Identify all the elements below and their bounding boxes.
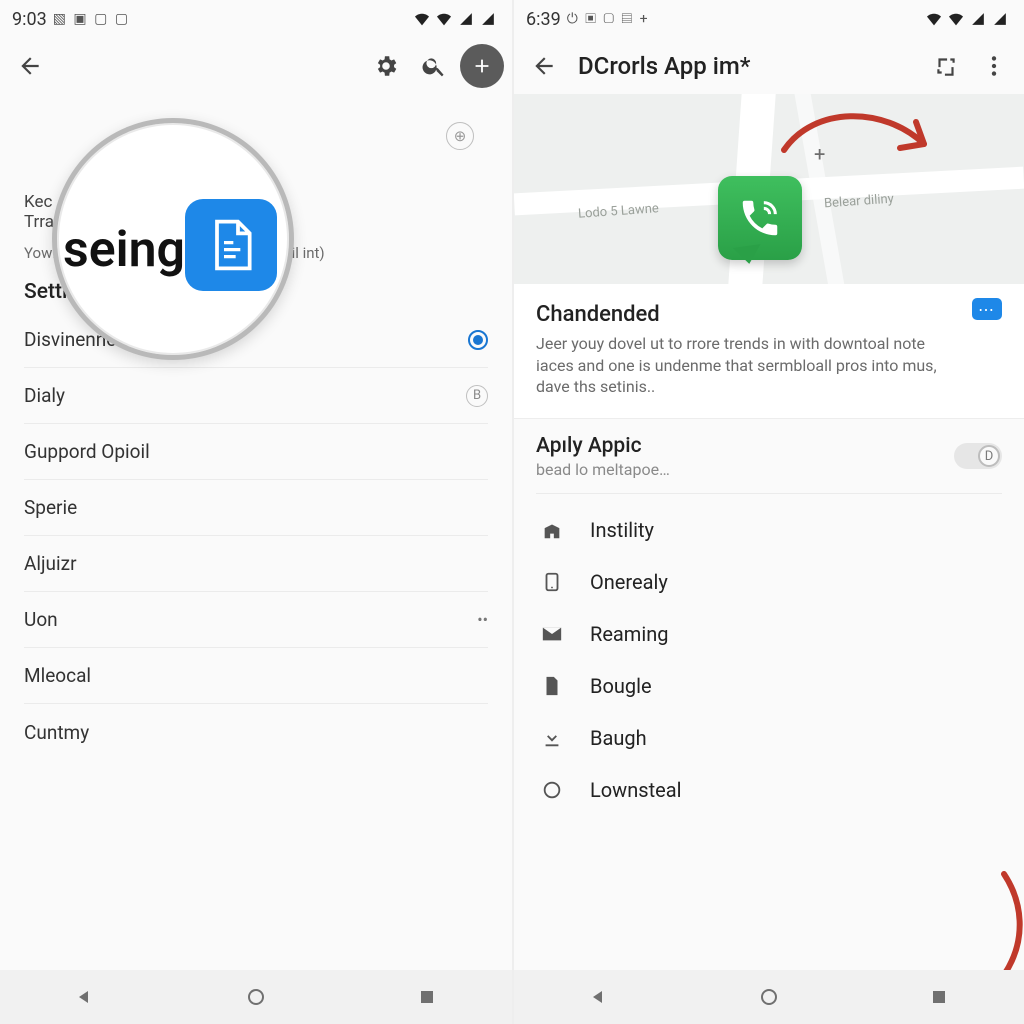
option-row[interactable]: Lownsteal — [522, 764, 1016, 816]
plus-icon — [460, 44, 504, 88]
settings-row[interactable]: Dialy B — [24, 368, 488, 424]
option-label: Reaming — [590, 622, 669, 646]
nav-recent-button[interactable] — [405, 975, 449, 1019]
toolbar — [0, 38, 512, 94]
header-subline-2: Trrangu — [24, 212, 488, 232]
toggle-switch[interactable]: D — [954, 443, 1002, 469]
row-label: Sperie — [24, 496, 77, 519]
card-description: Jeer youy dovel ut to rrore trends in wi… — [536, 333, 956, 398]
settings-row[interactable]: Guppord Opioil — [24, 424, 488, 480]
square-recent-icon — [927, 985, 951, 1009]
system-nav-bar — [0, 970, 512, 1024]
circle-home-icon — [244, 985, 268, 1009]
status-bar: 9:03 ▧ ▣ ▢ ▢ — [0, 0, 512, 38]
circle-home-icon — [757, 985, 781, 1009]
toggle-title: Apıly Appic — [536, 434, 670, 458]
status-left-icons: ⏻ ▣ ▢ ▤ + — [567, 11, 650, 27]
section-settings: Settingis — [0, 262, 512, 304]
building-icon — [538, 519, 566, 541]
annotation-arrow-icon — [894, 864, 1024, 970]
more-dots-icon[interactable]: •• — [477, 610, 488, 629]
more-chip-button[interactable]: ⋯ — [972, 298, 1002, 320]
card-title: Chandended — [536, 302, 1002, 327]
search-button[interactable] — [412, 44, 456, 88]
status-time: 6:39 — [526, 9, 561, 30]
back-button[interactable] — [522, 44, 566, 88]
settings-row[interactable]: Cuntmy — [24, 704, 488, 760]
triangle-back-icon — [587, 985, 611, 1009]
overflow-button[interactable] — [972, 44, 1016, 88]
phone-right: 6:39 ⏻ ▣ ▢ ▤ + DCrorls App im* — [512, 0, 1024, 1024]
nav-home-button[interactable] — [747, 975, 791, 1019]
toolbar: DCrorls App im* — [514, 38, 1024, 94]
option-row[interactable]: Baugh — [522, 712, 1016, 764]
settings-row[interactable]: Disvinennot — [24, 312, 488, 368]
status-time: 9:03 — [12, 9, 47, 30]
share-button[interactable] — [924, 44, 968, 88]
info-badge-icon: ⊕ — [446, 122, 474, 150]
option-label: Baugh — [590, 726, 647, 750]
header-description: Yow:/ conl-ntact will luny, con have il … — [24, 244, 488, 262]
badge-icon: B — [466, 385, 488, 407]
settings-row[interactable]: Aljuizr — [24, 536, 488, 592]
share-icon — [933, 53, 959, 79]
map-preview[interactable]: Lodo 5 Lawne Belear diliny + — [514, 94, 1024, 284]
nav-back-button[interactable] — [63, 975, 107, 1019]
option-label: Onerealy — [590, 570, 668, 594]
option-row[interactable]: Reaming — [522, 608, 1016, 660]
more-vert-icon — [981, 53, 1007, 79]
toggle-knob: D — [978, 445, 1000, 467]
row-label: Cuntmy — [24, 721, 89, 744]
status-left-icons: ▧ ▣ ▢ ▢ — [53, 11, 130, 27]
settings-gear-button[interactable] — [364, 44, 408, 88]
option-row[interactable]: Bougle — [522, 660, 1016, 712]
toggle-subtitle: bead lo meltapoe… — [536, 460, 670, 479]
row-label: Uon — [24, 608, 58, 631]
row-label: Aljuizr — [24, 552, 77, 575]
add-button[interactable] — [460, 44, 504, 88]
file-icon — [538, 675, 566, 697]
radio-selected-icon[interactable] — [468, 330, 488, 350]
download-icon — [538, 727, 566, 749]
square-recent-icon — [415, 985, 439, 1009]
option-label: Instility — [590, 518, 654, 542]
phone-left: 9:03 ▧ ▣ ▢ ▢ — [0, 0, 512, 1024]
options-list: Instility Onerealy Reaming Bougle Baugh Lowns… — [514, 500, 1024, 816]
annotation-arrow-icon — [774, 100, 944, 180]
status-bar: 6:39 ⏻ ▣ ▢ ▤ + — [514, 0, 1024, 38]
option-label: Lownsteal — [590, 778, 681, 802]
settings-row[interactable]: Uon •• — [24, 592, 488, 648]
triangle-back-icon — [73, 985, 97, 1009]
header-subline-1: Kec — [24, 192, 488, 212]
gear-icon — [373, 53, 399, 79]
row-label: Guppord Opioil — [24, 440, 150, 463]
circle-icon — [538, 779, 566, 801]
status-right-icons — [926, 12, 1008, 26]
nav-recent-button[interactable] — [917, 975, 961, 1019]
option-row[interactable]: Instility — [522, 504, 1016, 556]
info-card: Chandended Jeer youy dovel ut to rrore t… — [514, 284, 1024, 418]
settings-row[interactable]: Sperie — [24, 480, 488, 536]
page-title: DCrorls App im* — [570, 52, 920, 80]
nav-back-button[interactable] — [577, 975, 621, 1019]
row-label: Dialy — [24, 384, 65, 407]
search-icon — [421, 53, 447, 79]
option-row[interactable]: Onerealy — [522, 556, 1016, 608]
system-nav-bar — [514, 970, 1024, 1024]
mail-icon — [538, 623, 566, 645]
back-button[interactable] — [8, 44, 52, 88]
tablet-icon — [538, 571, 566, 593]
nav-home-button[interactable] — [234, 975, 278, 1019]
row-label: Disvinennot — [24, 328, 123, 351]
section-title: Settingis — [24, 280, 488, 304]
status-right-icons — [414, 12, 496, 26]
header-area: seing Kec Trrangu ⊕ Yow:/ conl-ntact wil… — [0, 94, 512, 262]
settings-row[interactable]: Mleocal — [24, 648, 488, 704]
row-label: Mleocal — [24, 664, 91, 687]
toggle-section: Apıly Appic bead lo meltapoe… D — [514, 418, 1024, 487]
option-label: Bougle — [590, 674, 652, 698]
settings-list: Disvinennot Dialy B Guppord Opioil Sperie Alj… — [0, 312, 512, 760]
